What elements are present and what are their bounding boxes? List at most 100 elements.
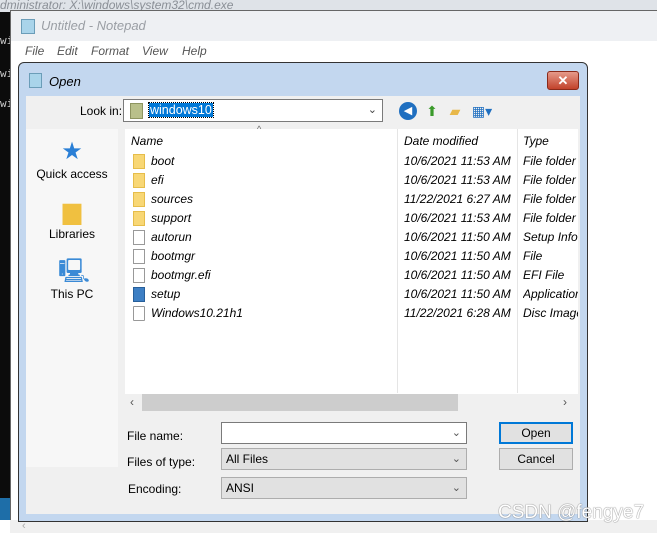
column-header-date[interactable]: Date modified [404, 134, 478, 148]
place-quick-access[interactable]: ★ Quick access [26, 138, 118, 182]
menu-view[interactable]: View [142, 44, 168, 58]
chevron-down-icon: ⌄ [451, 427, 461, 439]
star-icon: ★ [61, 138, 83, 165]
file-date: 10/6/2021 11:50 AM [404, 268, 511, 282]
file-date: 11/22/2021 6:27 AM [404, 192, 511, 206]
file-type: File folder [523, 154, 576, 168]
file-name-input[interactable]: ⌄ [221, 422, 467, 444]
open-button[interactable]: Open [499, 422, 573, 444]
file-name: setup [151, 287, 181, 301]
file-name: autorun [151, 230, 192, 244]
file-type: File [523, 249, 543, 263]
menu-help[interactable]: Help [182, 44, 207, 58]
file-row[interactable]: bootmgr 10/6/2021 11:50 AM File [125, 247, 578, 266]
file-type: File folder [523, 173, 576, 187]
chevron-down-icon: ⌄ [367, 104, 377, 116]
file-row[interactable]: bootmgr.efi 10/6/2021 11:50 AM EFI File [125, 266, 578, 285]
look-in-combo[interactable]: windows10 ⌄ [123, 99, 383, 122]
file-icon [133, 249, 145, 264]
files-of-type-select[interactable]: All Files ⌄ [221, 448, 467, 470]
file-name-label: File name: [127, 429, 184, 443]
file-name: bootmgr.efi [151, 268, 211, 282]
chevron-down-icon: ⌄ [451, 482, 461, 494]
scrollbar-thumb[interactable] [142, 394, 458, 411]
disc-icon [133, 306, 145, 321]
file-date: 10/6/2021 11:53 AM [404, 154, 511, 168]
encoding-label: Encoding: [128, 482, 182, 496]
file-date: 10/6/2021 11:50 AM [404, 249, 511, 263]
look-in-label: Look in: [80, 104, 123, 118]
menu-file[interactable]: File [25, 44, 44, 58]
scroll-left-icon[interactable]: ‹ [130, 395, 134, 409]
chevron-down-icon: ⌄ [451, 453, 461, 465]
file-date: 10/6/2021 11:50 AM [404, 230, 511, 244]
file-name: Windows10.21h1 [151, 306, 243, 320]
place-this-pc[interactable]: 🖳 This PC [26, 258, 118, 302]
file-name: bootmgr [151, 249, 196, 263]
file-type: Application [523, 287, 578, 301]
file-type: File folder [523, 211, 576, 225]
file-row[interactable]: efi 10/6/2021 11:53 AM File folder [125, 171, 578, 190]
column-header-type[interactable]: Type [523, 134, 549, 148]
scroll-right-icon[interactable]: › [563, 395, 567, 409]
menu-bar: File Edit Format View Help [11, 41, 657, 61]
file-date: 10/6/2021 11:53 AM [404, 173, 511, 187]
close-button[interactable]: ✕ [547, 71, 579, 90]
new-folder-icon[interactable]: ▰ [446, 102, 464, 120]
up-folder-icon[interactable]: ⬆ [423, 102, 441, 120]
computer-icon: 🖳 [58, 258, 91, 285]
encoding-value: ANSI [226, 481, 255, 495]
folder-icon [130, 103, 143, 119]
menu-format[interactable]: Format [91, 44, 129, 58]
menu-edit[interactable]: Edit [57, 44, 78, 58]
sort-arrow-icon: ^ [257, 124, 262, 134]
folder-icon [133, 211, 145, 226]
dialog-title: Open [49, 74, 81, 89]
file-name: efi [151, 173, 164, 187]
place-libraries[interactable]: ▆ Libraries [26, 199, 118, 242]
watermark: CSDN @fengye7 [498, 502, 645, 523]
file-row[interactable]: setup 10/6/2021 11:50 AM Application [125, 285, 578, 304]
places-bar: ★ Quick access ▆ Libraries 🖳 This PC [26, 129, 118, 467]
file-name: boot [151, 154, 175, 168]
file-row[interactable]: boot 10/6/2021 11:53 AM File folder [125, 152, 578, 171]
dialog-body: Look in: windows10 ⌄ ◀ ⬆ ▰ ▦▾ ★ Quick acc… [26, 96, 580, 514]
file-list[interactable]: ^ Name Date modified Type boot 10/6/2021… [125, 124, 578, 411]
place-label: Quick access [36, 167, 108, 181]
place-label: Libraries [48, 227, 96, 241]
file-type: File folder [523, 192, 576, 206]
folder-icon [133, 192, 145, 207]
file-date: 10/6/2021 11:53 AM [404, 211, 511, 225]
open-dialog: Open ✕ Look in: windows10 ⌄ ◀ ⬆ ▰ ▦▾ ★ Qu… [18, 62, 588, 522]
column-header-name[interactable]: Name [131, 134, 163, 148]
setup-icon [133, 287, 145, 302]
file-type: Setup Information [523, 230, 578, 244]
file-icon [133, 268, 145, 283]
file-type: Disc Image File [523, 306, 578, 320]
file-row[interactable]: Windows10.21h1 11/22/2021 6:28 AM Disc I… [125, 304, 578, 323]
file-date: 11/22/2021 6:28 AM [404, 306, 511, 320]
file-row[interactable]: sources 11/22/2021 6:27 AM File folder [125, 190, 578, 209]
file-row[interactable]: autorun 10/6/2021 11:50 AM Setup Informa… [125, 228, 578, 247]
file-date: 10/6/2021 11:50 AM [404, 287, 511, 301]
file-row[interactable]: support 10/6/2021 11:53 AM File folder [125, 209, 578, 228]
settings-file-icon [133, 230, 145, 245]
folder-icon [133, 173, 145, 188]
files-of-type-value: All Files [226, 452, 269, 466]
look-in-value: windows10 [148, 102, 214, 118]
notepad-icon [29, 73, 42, 88]
folder-icon [133, 154, 145, 169]
place-label: This PC [50, 287, 94, 301]
file-type: EFI File [523, 268, 565, 282]
view-menu-icon[interactable]: ▦▾ [470, 102, 494, 120]
cancel-button[interactable]: Cancel [499, 448, 573, 470]
file-name: support [151, 211, 192, 225]
cmd-console: wi wi wi [0, 12, 13, 498]
encoding-select[interactable]: ANSI ⌄ [221, 477, 467, 499]
back-icon[interactable]: ◀ [399, 102, 417, 120]
files-of-type-label: Files of type: [127, 455, 196, 469]
notepad-icon [21, 19, 35, 34]
file-name: sources [151, 192, 194, 206]
horizontal-scrollbar[interactable]: ‹ › [125, 394, 578, 411]
notepad-title: Untitled - Notepad [11, 11, 657, 41]
